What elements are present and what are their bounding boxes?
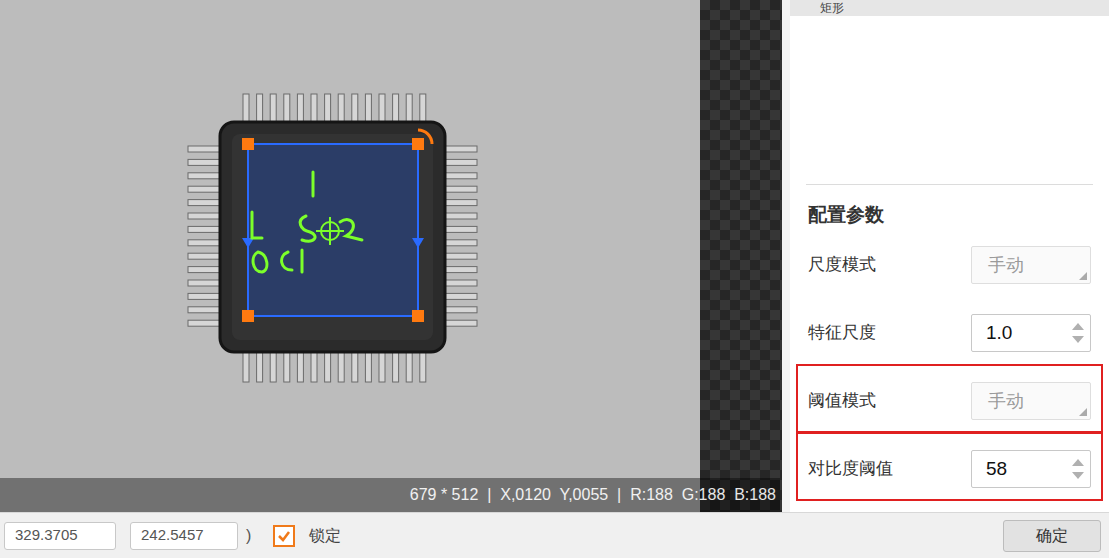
- lock-checkbox[interactable]: [273, 525, 295, 547]
- number-spinner[interactable]: 1.0: [971, 314, 1091, 352]
- spinner-arrows-icon[interactable]: [1072, 457, 1084, 481]
- highlight-box: [796, 432, 1103, 501]
- x-input[interactable]: 329.3705: [4, 522, 116, 550]
- lock-label: 锁定: [309, 524, 341, 548]
- transparent-backdrop: [700, 0, 782, 512]
- text-label: 1.0: [986, 319, 1012, 348]
- param-label: 对比度阈值: [808, 456, 893, 482]
- config-panel: 矩形 配置参数 尺度模式手动特征尺度1.0阈值模式手动对比度阈值58: [790, 0, 1109, 512]
- confirm-button[interactable]: 确定: [1003, 520, 1101, 552]
- text-label: 手动: [988, 388, 1024, 415]
- dropdown-arrow-icon: [1079, 408, 1087, 416]
- check-icon: [277, 529, 291, 543]
- text-label: 58: [986, 455, 1007, 484]
- param-row: 阈值模式 手动: [790, 367, 1109, 435]
- highlight-box: [796, 364, 1103, 433]
- param-row: 尺度模式 手动: [790, 231, 1109, 299]
- text-label: 242.5457: [141, 524, 204, 547]
- shape-title: 矩形: [820, 0, 844, 16]
- param-label: 尺度模式: [808, 252, 876, 278]
- y-input[interactable]: 242.5457: [130, 522, 238, 550]
- roi-overlay-icon[interactable]: [0, 0, 700, 512]
- mode-select: 手动: [971, 382, 1091, 420]
- param-label: 阈值模式: [808, 388, 876, 414]
- mode-select: 手动: [971, 246, 1091, 284]
- footer-bar: 329.3705 242.5457 ) 锁定 确定: [0, 512, 1109, 558]
- spinner-arrows-icon[interactable]: [1072, 321, 1084, 345]
- param-row: 对比度阈值 58: [790, 435, 1109, 503]
- dropdown-arrow-icon: [1079, 272, 1087, 280]
- param-row: 特征尺度 1.0: [790, 299, 1109, 367]
- section-title: 配置参数: [808, 204, 884, 225]
- text-label: 确定: [1036, 524, 1068, 548]
- text-label: 手动: [988, 252, 1024, 279]
- status-bar: 679 * 512 | X,0120 Y,0055 | R:188 G:188 …: [0, 478, 780, 512]
- text-label: 329.3705: [15, 524, 78, 547]
- param-label: 特征尺度: [808, 320, 876, 346]
- number-spinner[interactable]: 58: [971, 450, 1091, 488]
- image-canvas[interactable]: [0, 0, 700, 512]
- status-text: 679 * 512 | X,0120 Y,0055 | R:188 G:188 …: [410, 483, 776, 507]
- paren-text: ): [246, 524, 251, 548]
